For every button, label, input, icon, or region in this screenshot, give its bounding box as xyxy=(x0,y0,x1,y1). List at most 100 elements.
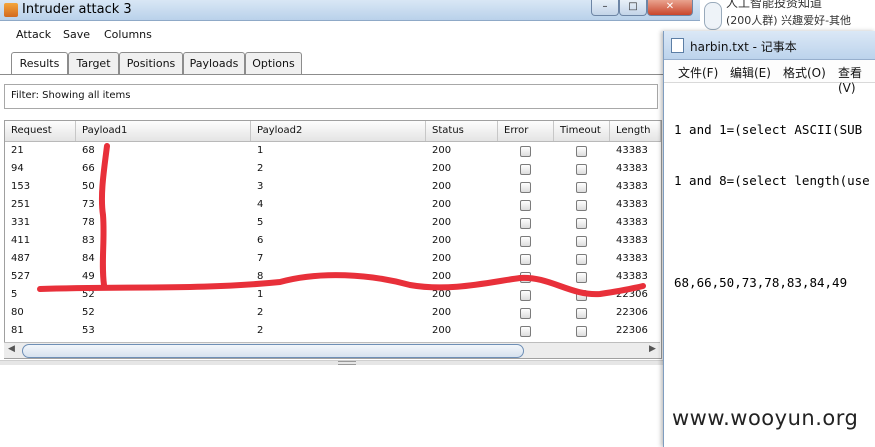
group-avatar xyxy=(704,2,722,30)
cell-status: 200 xyxy=(432,253,452,264)
cell-payload2: 2 xyxy=(257,163,264,174)
text-line xyxy=(674,223,870,240)
timeout-checkbox xyxy=(576,218,587,229)
timeout-checkbox xyxy=(576,272,587,283)
table-row[interactable]: 5 52 1 200 22306 xyxy=(5,286,661,304)
notepad-menubar: 文件(F) 编辑(E) 格式(O) 查看(V) xyxy=(664,60,875,95)
timeout-checkbox xyxy=(576,164,587,175)
cell-payload1: 52 xyxy=(82,289,95,300)
cell-status: 200 xyxy=(432,163,452,174)
column-header-payload2[interactable]: Payload2 xyxy=(251,121,426,141)
intruder-window-title: Intruder attack 3 xyxy=(22,2,132,17)
minimize-icon[interactable]: – xyxy=(591,0,619,16)
error-checkbox xyxy=(520,218,531,229)
column-header-payload1[interactable]: Payload1 xyxy=(76,121,251,141)
scrollbar-thumb[interactable] xyxy=(22,344,524,358)
cell-request: 5 xyxy=(11,289,18,300)
splitter-grip-icon[interactable] xyxy=(338,361,356,365)
error-checkbox xyxy=(520,326,531,337)
cell-length: 43383 xyxy=(616,217,648,228)
menu-format[interactable]: 格式(O) xyxy=(783,64,826,81)
tab-target[interactable]: Target xyxy=(68,52,119,74)
cell-status: 200 xyxy=(432,307,452,318)
table-row[interactable]: 80 52 2 200 22306 xyxy=(5,304,661,322)
error-checkbox xyxy=(520,182,531,193)
menu-columns[interactable]: Columns xyxy=(104,28,152,41)
table-row[interactable]: 21 68 1 200 43383 xyxy=(5,142,661,160)
tab-payloads[interactable]: Payloads xyxy=(183,52,245,74)
table-header: Request Payload1 Payload2 Status Error T… xyxy=(5,121,661,142)
text-line: 1 and 8=(select length(use xyxy=(674,173,870,188)
cell-payload1: 83 xyxy=(82,235,95,246)
filter-bar[interactable]: Filter: Showing all items xyxy=(4,84,658,109)
maximize-icon[interactable]: □ xyxy=(619,0,647,16)
table-row[interactable]: 331 78 5 200 43383 xyxy=(5,214,661,232)
cell-payload1: 53 xyxy=(82,325,95,336)
timeout-checkbox xyxy=(576,200,587,211)
notepad-window-title: harbin.txt - 记事本 xyxy=(690,40,797,54)
cell-payload2: 5 xyxy=(257,217,264,228)
error-checkbox xyxy=(520,290,531,301)
column-header-length[interactable]: Length xyxy=(610,121,661,141)
cell-length: 22306 xyxy=(616,289,648,300)
error-checkbox xyxy=(520,308,531,319)
notepad-titlebar: harbin.txt - 记事本 xyxy=(664,31,875,60)
cell-request: 331 xyxy=(11,217,31,228)
notepad-text-area[interactable]: 1 and 1=(select ASCII(SUB 1 and 8=(selec… xyxy=(674,87,870,325)
cell-status: 200 xyxy=(432,199,452,210)
table-row[interactable]: 81 53 2 200 22306 xyxy=(5,322,661,340)
table-row[interactable]: 411 83 6 200 43383 xyxy=(5,232,661,250)
cell-request: 251 xyxy=(11,199,31,210)
tab-divider xyxy=(0,74,700,75)
tab-positions[interactable]: Positions xyxy=(119,52,183,74)
cell-status: 200 xyxy=(432,181,452,192)
notepad-window: harbin.txt - 记事本 文件(F) 编辑(E) 格式(O) 查看(V)… xyxy=(663,31,875,447)
column-header-error[interactable]: Error xyxy=(498,121,554,141)
cell-request: 411 xyxy=(11,235,31,246)
cell-payload2: 8 xyxy=(257,271,264,282)
column-header-request[interactable]: Request xyxy=(5,121,76,141)
cell-payload2: 3 xyxy=(257,181,264,192)
cell-payload2: 2 xyxy=(257,307,264,318)
menu-edit[interactable]: 编辑(E) xyxy=(730,64,771,81)
timeout-checkbox xyxy=(576,290,587,301)
column-header-status[interactable]: Status xyxy=(426,121,498,141)
cell-payload1: 68 xyxy=(82,145,95,156)
table-row[interactable]: 487 84 7 200 43383 xyxy=(5,250,661,268)
notepad-file-icon xyxy=(671,38,684,53)
table-row[interactable]: 153 50 3 200 43383 xyxy=(5,178,661,196)
tab-options[interactable]: Options xyxy=(245,52,302,74)
cell-status: 200 xyxy=(432,235,452,246)
cell-request: 21 xyxy=(11,145,24,156)
scroll-right-icon[interactable]: ▶ xyxy=(649,344,656,354)
error-checkbox xyxy=(520,272,531,283)
cell-payload1: 84 xyxy=(82,253,95,264)
cell-payload2: 4 xyxy=(257,199,264,210)
column-header-timeout[interactable]: Timeout xyxy=(554,121,610,141)
intruder-window: Intruder attack 3 – □ ✕ Attack Save Colu… xyxy=(0,0,700,447)
close-icon[interactable]: ✕ xyxy=(647,0,693,16)
timeout-checkbox xyxy=(576,254,587,265)
cell-request: 527 xyxy=(11,271,31,282)
cell-payload1: 73 xyxy=(82,199,95,210)
cell-length: 43383 xyxy=(616,271,648,282)
notification-title: 人工智能投资知道 xyxy=(726,0,823,10)
table-row[interactable]: 94 66 2 200 43383 xyxy=(5,160,661,178)
cell-request: 81 xyxy=(11,325,24,336)
tab-results[interactable]: Results xyxy=(11,52,68,75)
cell-payload1: 52 xyxy=(82,307,95,318)
qq-notification[interactable]: 人工智能投资知道 (200人群) 兴趣爱好-其他 xyxy=(700,0,875,31)
error-checkbox xyxy=(520,200,531,211)
cell-payload1: 50 xyxy=(82,181,95,192)
menu-save[interactable]: Save xyxy=(63,28,90,41)
cell-payload1: 49 xyxy=(82,271,95,282)
error-checkbox xyxy=(520,164,531,175)
horizontal-scrollbar[interactable]: ◀ ▶ xyxy=(4,342,660,358)
menu-attack[interactable]: Attack xyxy=(16,28,51,41)
cell-length: 22306 xyxy=(616,325,648,336)
scroll-left-icon[interactable]: ◀ xyxy=(8,344,15,354)
table-row[interactable]: 527 49 8 200 43383 xyxy=(5,268,661,286)
cell-payload1: 66 xyxy=(82,163,95,174)
table-row[interactable]: 251 73 4 200 43383 xyxy=(5,196,661,214)
menu-file[interactable]: 文件(F) xyxy=(678,64,718,81)
